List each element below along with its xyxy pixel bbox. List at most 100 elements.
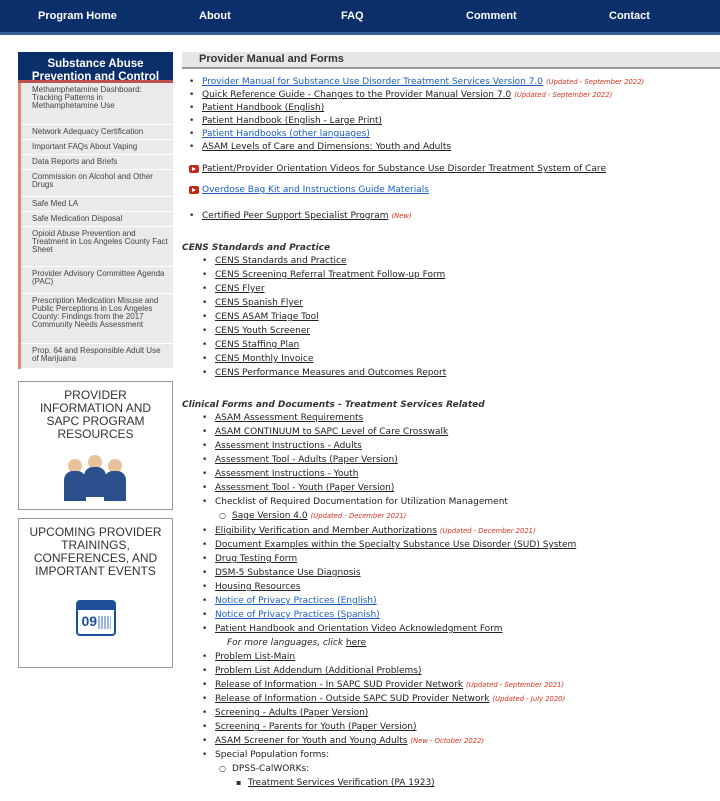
sidebar-item-network-adequacy[interactable]: Network Adequacy Certification — [21, 125, 173, 140]
list-item: Release of Information - In SAPC SUD Pro… — [202, 680, 565, 690]
upcoming-events-box[interactable]: UPCOMING PROVIDER TRAININGS, CONFERENCES… — [18, 518, 173, 668]
clinical-link[interactable]: Assessment Tool - Youth (Paper Version) — [215, 483, 394, 493]
cens-link[interactable]: CENS Screening Referral Treatment Follow… — [215, 270, 445, 280]
clinical-link[interactable]: Notice of Privacy Practices (English) — [215, 596, 377, 606]
sidebar-item-methamphetamine-dashboard[interactable]: Methamphetamine Dashboard: Tracking Patt… — [21, 83, 173, 125]
list-item: Problem List Addendum (Additional Proble… — [202, 666, 422, 676]
nav-faq[interactable]: FAQ — [341, 10, 364, 22]
list-item: Problem List-Main — [202, 652, 295, 662]
cens-link[interactable]: CENS Youth Screener — [215, 326, 310, 336]
peer-link[interactable]: Certified Peer Support Specialist Progra… — [202, 211, 389, 221]
list-item: CENS Monthly Invoice — [202, 354, 313, 364]
special-population-label: Special Population forms: — [215, 750, 330, 760]
clinical-link[interactable]: ASAM Screener for Youth and Young Adults — [215, 736, 407, 746]
sidebar-item-opioid-fact-sheet[interactable]: Opioid Abuse Prevention and Treatment in… — [21, 227, 173, 267]
cens-link[interactable]: CENS Monthly Invoice — [215, 354, 313, 364]
sidebar-item-safe-medication-disposal[interactable]: Safe Medication Disposal — [21, 212, 173, 227]
list-item: CENS Standards and Practice — [202, 256, 347, 266]
calendar-icon: 09 — [75, 600, 116, 636]
clinical-link[interactable]: ASAM Assessment Requirements — [215, 413, 363, 423]
calendar-number: 09 — [80, 613, 99, 629]
upcoming-events-title: UPCOMING PROVIDER TRAININGS, CONFERENCES… — [29, 525, 162, 578]
clinical-link[interactable]: Assessment Tool - Adults (Paper Version) — [215, 455, 398, 465]
list-item: Quick Reference Guide - Changes to the P… — [189, 90, 613, 100]
list-item: Overdose Bag Kit and Instructions Guide … — [189, 185, 429, 195]
list-item: Screening - Adults (Paper Version) — [202, 708, 368, 718]
sage-link[interactable]: Sage Version 4.0 — [232, 511, 308, 521]
clinical-link[interactable]: Housing Resources — [215, 582, 300, 592]
list-item: Assessment Tool - Adults (Paper Version) — [202, 455, 398, 465]
people-icon — [63, 455, 128, 501]
sidebar-item-data-reports[interactable]: Data Reports and Briefs — [21, 155, 173, 170]
sidebar-item-vaping-faqs[interactable]: Important FAQs About Vaping — [21, 140, 173, 155]
clinical-link[interactable]: DSM-5 Substance Use Diagnosis — [215, 568, 361, 578]
here-link[interactable]: here — [346, 638, 366, 648]
clinical-link[interactable]: Patient Handbook and Orientation Video A… — [215, 624, 503, 634]
list-item: CENS Spanish Flyer — [202, 298, 303, 308]
clinical-link[interactable]: Assessment Instructions - Youth — [215, 469, 358, 479]
manual-link[interactable]: Provider Manual for Substance Use Disord… — [202, 77, 543, 87]
clinical-link[interactable]: Notice of Privacy Practices (Spanish) — [215, 610, 380, 620]
clinical-link[interactable]: Screening - Parents for Youth (Paper Ver… — [215, 722, 417, 732]
sidebar-item-commission[interactable]: Commission on Alcohol and Other Drugs — [21, 170, 173, 197]
manual-link[interactable]: Patient Handbook (English - Large Print) — [202, 116, 382, 126]
sidebar-item-prop-64[interactable]: Prop. 64 and Responsible Adult Use of Ma… — [21, 344, 173, 369]
list-item: ASAM Assessment Requirements — [202, 413, 363, 423]
sidebar-header[interactable]: Substance Abuse Prevention and Control — [18, 52, 173, 83]
clinical-link[interactable]: Assessment Instructions - Adults — [215, 441, 362, 451]
list-item: ASAM Levels of Care and Dimensions: Yout… — [189, 142, 451, 152]
manual-link[interactable]: Patient Handbooks (other languages) — [202, 129, 370, 139]
manual-link[interactable]: Patient Handbook (English) — [202, 103, 324, 113]
nav-about[interactable]: About — [199, 10, 231, 22]
list-item: Special Population forms: — [202, 750, 330, 760]
clinical-link[interactable]: Problem List-Main — [215, 652, 295, 662]
sidebar-menu: Methamphetamine Dashboard: Tracking Patt… — [18, 83, 173, 369]
cens-link[interactable]: CENS ASAM Triage Tool — [215, 312, 319, 322]
list-item: Treatment Services Verification (PA 1923… — [236, 778, 435, 788]
manual-link[interactable]: ASAM Levels of Care and Dimensions: Yout… — [202, 142, 451, 152]
cens-link[interactable]: CENS Standards and Practice — [215, 256, 347, 266]
nav-comment[interactable]: Comment — [466, 10, 517, 22]
clinical-link[interactable]: Drug Testing Form — [215, 554, 297, 564]
list-item: Notice of Privacy Practices (Spanish) — [202, 610, 380, 620]
list-item: Patient Handbook (English) — [189, 103, 324, 113]
sidebar-item-prescription-misuse[interactable]: Prescription Medication Misuse and Publi… — [21, 294, 173, 344]
updated-note: (Updated - September 2022) — [546, 78, 645, 86]
list-item: Assessment Instructions - Youth — [202, 469, 358, 479]
updated-note: (Updated - December 2021) — [310, 512, 407, 520]
list-item: Eligibility Verification and Member Auth… — [202, 526, 536, 536]
clinical-link[interactable]: Problem List Addendum (Additional Proble… — [215, 666, 422, 676]
clinical-link[interactable]: Eligibility Verification and Member Auth… — [215, 526, 437, 536]
nav-program-home[interactable]: Program Home — [38, 10, 117, 22]
clinical-link[interactable]: Screening - Adults (Paper Version) — [215, 708, 368, 718]
list-item: Housing Resources — [202, 582, 300, 592]
list-item: Certified Peer Support Specialist Progra… — [189, 211, 412, 221]
video-link[interactable]: Overdose Bag Kit and Instructions Guide … — [202, 185, 429, 195]
updated-note: (Updated - September 2022) — [514, 91, 613, 99]
sidebar-item-safe-med-la[interactable]: Safe Med LA — [21, 197, 173, 212]
cens-link[interactable]: CENS Performance Measures and Outcomes R… — [215, 368, 446, 378]
provider-information-box[interactable]: PROVIDER INFORMATION AND SAPC PROGRAM RE… — [18, 381, 173, 510]
cens-link[interactable]: CENS Staffing Plan — [215, 340, 299, 350]
video-link[interactable]: Patient/Provider Orientation Videos for … — [202, 164, 606, 174]
clinical-link[interactable]: Document Examples within the Specialty S… — [215, 540, 576, 550]
nav-contact[interactable]: Contact — [609, 10, 650, 22]
list-item: Patient/Provider Orientation Videos for … — [189, 164, 606, 174]
manual-link[interactable]: Quick Reference Guide - Changes to the P… — [202, 90, 511, 100]
list-item: Patient Handbooks (other languages) — [189, 129, 370, 139]
list-item: CENS Flyer — [202, 284, 265, 294]
sidebar-item-provider-advisory[interactable]: Provider Advisory Committee Agenda (PAC) — [21, 267, 173, 294]
clinical-link[interactable]: ASAM CONTINUUM to SAPC Level of Care Cro… — [215, 427, 448, 437]
updated-note: (Updated - September 2021) — [466, 681, 565, 689]
treatment-verification-link[interactable]: Treatment Services Verification (PA 1923… — [248, 778, 435, 788]
list-item: DSM-5 Substance Use Diagnosis — [202, 568, 361, 578]
clinical-link[interactable]: Release of Information - Outside SAPC SU… — [215, 694, 489, 704]
video-icon — [189, 165, 199, 173]
provider-information-title: PROVIDER INFORMATION AND SAPC PROGRAM RE… — [39, 388, 152, 441]
clinical-link[interactable]: Release of Information - In SAPC SUD Pro… — [215, 680, 463, 690]
cens-heading: CENS Standards and Practice — [182, 243, 331, 253]
list-item: CENS Screening Referral Treatment Follow… — [202, 270, 445, 280]
cens-link[interactable]: CENS Flyer — [215, 284, 265, 294]
list-item: Assessment Instructions - Adults — [202, 441, 362, 451]
cens-link[interactable]: CENS Spanish Flyer — [215, 298, 303, 308]
